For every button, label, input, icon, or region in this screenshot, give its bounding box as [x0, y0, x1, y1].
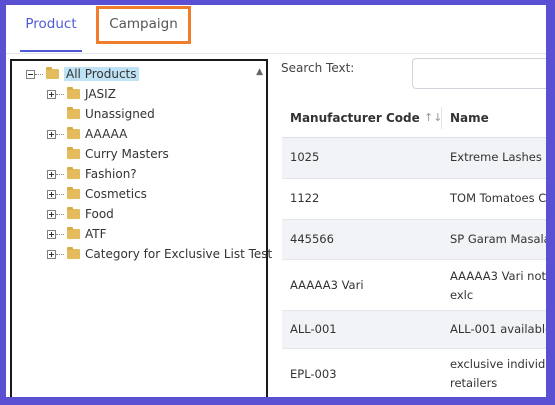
- table-row[interactable]: 1122 TOM Tomatoes C: [282, 179, 546, 220]
- tree-item-cosmetics[interactable]: Cosmetics: [47, 184, 147, 204]
- sort-icon[interactable]: ↑↓: [424, 99, 442, 137]
- cell-code: 1025: [290, 150, 320, 164]
- tree-item-curry-masters[interactable]: Curry Masters: [47, 144, 169, 164]
- tree-item-label: Unassigned: [85, 107, 155, 121]
- grid-header: Manufacturer Code ↑↓ Name: [282, 99, 546, 138]
- cell-name: TOM Tomatoes C: [450, 191, 546, 205]
- tree-item-label: AAAAA: [85, 127, 128, 141]
- grid-body: 1025 Extreme Lashes B 1122 TOM Tomatoes …: [282, 138, 546, 397]
- folder-icon: [67, 127, 80, 139]
- table-row[interactable]: 445566 SP Garam Masala: [282, 220, 546, 260]
- tree-item-label: JASIZ: [85, 87, 116, 101]
- expand-icon[interactable]: [47, 89, 56, 99]
- column-header-name[interactable]: Name: [450, 99, 489, 137]
- tree-item-label: Food: [85, 207, 114, 221]
- cell-code: AAAAA3 Vari: [290, 278, 364, 292]
- cell-code: ALL-001: [290, 322, 337, 336]
- expand-icon[interactable]: [47, 229, 56, 239]
- collapse-icon[interactable]: [26, 69, 35, 79]
- tree-item-fashion[interactable]: Fashion?: [47, 164, 137, 184]
- expand-icon[interactable]: [47, 209, 56, 219]
- expand-icon[interactable]: [47, 129, 56, 139]
- tree-item-label: Cosmetics: [85, 187, 147, 201]
- folder-icon: [67, 87, 80, 99]
- search-input[interactable]: [412, 58, 546, 89]
- tab-campaign[interactable]: Campaign: [96, 6, 191, 44]
- search-label: Search Text:: [281, 61, 355, 75]
- expand-icon[interactable]: [47, 169, 56, 179]
- cell-name: SP Garam Masala: [450, 232, 546, 246]
- table-row[interactable]: EPL-003 exclusive individu retailers: [282, 349, 546, 397]
- product-grid: Manufacturer Code ↑↓ Name 1025 Extreme L…: [282, 99, 546, 397]
- cell-name-line2: retailers: [450, 376, 498, 390]
- tree-item-label: Category for Exclusive List Test: [85, 247, 273, 261]
- column-header-manufacturer-code[interactable]: Manufacturer Code: [290, 99, 420, 137]
- expand-icon[interactable]: [47, 189, 56, 199]
- folder-icon: [67, 187, 80, 199]
- cell-name: ALL-001 available: [450, 322, 546, 336]
- category-tree: ▲ All Products JASIZ Unassigned AAAAA Cu…: [10, 59, 272, 397]
- cell-name: Extreme Lashes B: [450, 150, 546, 164]
- cell-name: AAAAA3 Vari not e: [450, 269, 546, 283]
- tab-product[interactable]: Product: [20, 5, 82, 52]
- tree-root-label: All Products: [64, 67, 139, 81]
- tree-item-unassigned[interactable]: Unassigned: [47, 104, 155, 124]
- tree-item-label: ATF: [85, 227, 107, 241]
- folder-icon: [67, 227, 80, 239]
- table-row[interactable]: ALL-001 ALL-001 available: [282, 311, 546, 349]
- tree-item-label: Curry Masters: [85, 147, 169, 161]
- tree-item-label: Fashion?: [85, 167, 137, 181]
- tab-bar: Product Campaign: [6, 5, 546, 54]
- folder-icon: [67, 207, 80, 219]
- tree-item-aaaaa[interactable]: AAAAA: [47, 124, 127, 144]
- app-frame: Product Campaign ▲ All Products JASIZ Un…: [6, 5, 546, 397]
- tree-item-food[interactable]: Food: [47, 204, 114, 224]
- expand-icon[interactable]: [47, 249, 56, 259]
- folder-icon: [46, 67, 59, 79]
- tree-item-atf[interactable]: ATF: [47, 224, 107, 244]
- cell-name-line2: exlc: [450, 288, 474, 302]
- cell-code: EPL-003: [290, 367, 337, 381]
- folder-icon: [67, 247, 80, 259]
- cell-code: 1122: [290, 191, 320, 205]
- scroll-up-arrow-icon[interactable]: ▲: [256, 67, 263, 77]
- folder-icon: [67, 167, 80, 179]
- table-row[interactable]: 1025 Extreme Lashes B: [282, 138, 546, 179]
- cell-code: 445566: [290, 232, 334, 246]
- table-row[interactable]: AAAAA3 Vari AAAAA3 Vari not e exlc: [282, 260, 546, 311]
- tree-item-jasiz[interactable]: JASIZ: [47, 84, 116, 104]
- tree-root[interactable]: All Products: [26, 64, 139, 84]
- column-divider[interactable]: [441, 107, 442, 129]
- tree-item-exclusive-list-test[interactable]: Category for Exclusive List Test: [47, 244, 272, 264]
- cell-name: exclusive individu: [450, 357, 546, 371]
- folder-icon: [67, 147, 80, 159]
- folder-icon: [67, 107, 80, 119]
